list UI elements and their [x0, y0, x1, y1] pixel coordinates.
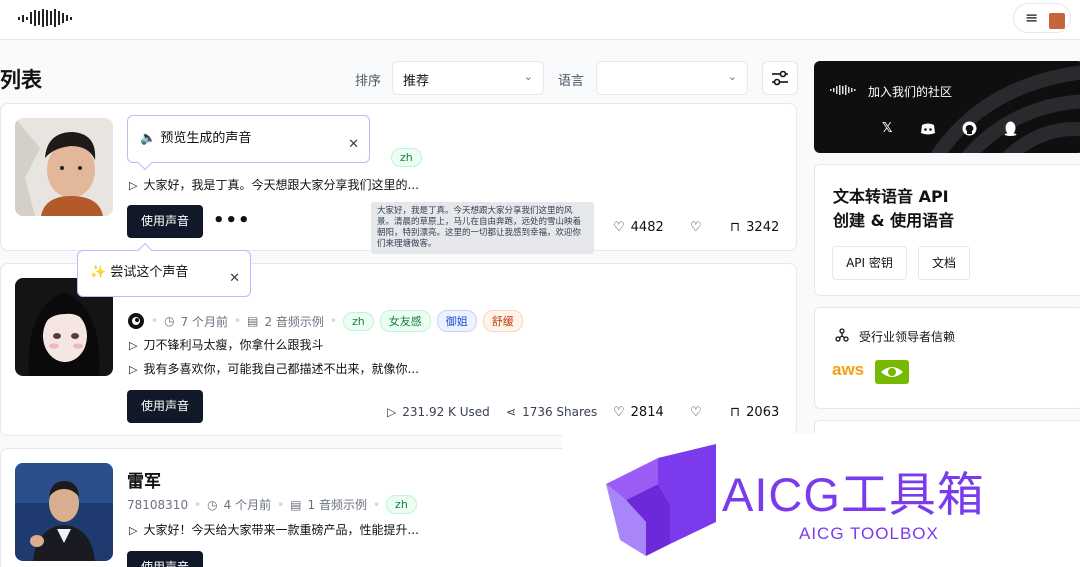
- sort-select[interactable]: 推荐 ⌄: [392, 61, 544, 95]
- samples-count: 1 音频示例: [307, 498, 367, 512]
- nvidia-logo: [875, 360, 909, 384]
- network-icon: [835, 328, 849, 342]
- sort-label: 排序: [355, 74, 382, 89]
- try-popover-text: ✨ 尝试这个声音: [90, 265, 189, 280]
- tag: zh: [342, 311, 374, 331]
- docs-button[interactable]: 文档: [918, 246, 970, 280]
- dislike-button[interactable]: ♡: [690, 220, 702, 235]
- created-time: 7 个月前: [180, 314, 229, 329]
- watermark-subtitle: AICG TOOLBOX: [799, 524, 939, 543]
- community-logo: [830, 85, 856, 95]
- voice-name[interactable]: 雷军: [127, 467, 161, 492]
- banner-decoration: [930, 65, 1080, 153]
- aws-logo: aws: [832, 360, 865, 379]
- preview-popover-text: 🔈 预览生成的声音: [140, 131, 252, 146]
- brand-logo[interactable]: [18, 8, 74, 28]
- use-voice-button[interactable]: 使用声音: [127, 390, 203, 423]
- chevron-down-icon: ⌄: [523, 70, 533, 83]
- play-icon: ▷: [387, 405, 397, 419]
- filter-button[interactable]: [762, 61, 798, 95]
- community-banner: 加入我们的社区 𝕏: [814, 61, 1080, 153]
- tag: zh: [386, 495, 417, 514]
- voice-avatar: [15, 463, 113, 561]
- x-icon[interactable]: 𝕏: [882, 121, 892, 136]
- like-stat[interactable]: ♡ 4482: [613, 220, 664, 235]
- audio-sample[interactable]: ▷ 大家好！今天给大家带来一款重磅产品，性能提升...: [129, 521, 419, 538]
- sliders-icon: [772, 70, 788, 86]
- toolbox-logo: [606, 444, 716, 556]
- samples-count: 2 音频示例: [264, 314, 324, 329]
- play-icon[interactable]: ▷: [129, 339, 137, 352]
- use-voice-button[interactable]: 使用声音: [127, 205, 203, 238]
- preview-popover: 🔈 预览生成的声音 ✕: [127, 115, 370, 171]
- voice-meta: • ◷ 7 个月前 • ▤ 2 音频示例 • zh 女友感 御姐 舒缓: [127, 310, 523, 332]
- voice-id: 78108310: [127, 497, 189, 512]
- more-icon[interactable]: •••: [213, 210, 251, 231]
- trust-panel: 受行业领导者信赖 aws: [814, 307, 1080, 409]
- qq-icon[interactable]: [1004, 121, 1017, 136]
- play-icon[interactable]: ▷: [129, 524, 137, 537]
- save-stat[interactable]: ⊓ 3242: [730, 220, 779, 235]
- voice-avatar: [15, 118, 113, 216]
- dislike-button[interactable]: ♡: [690, 405, 702, 420]
- watermark: AICG工具箱 AICG TOOLBOX: [562, 434, 1080, 567]
- community-title: 加入我们的社区: [868, 85, 953, 99]
- api-key-button[interactable]: API 密钥: [832, 246, 907, 280]
- clock-icon: ◷: [164, 314, 175, 328]
- user-menu-button[interactable]: ≡: [1013, 3, 1071, 33]
- page-title: 列表: [0, 68, 42, 92]
- api-subtitle: 创建 & 使用语音: [833, 211, 955, 230]
- share-button[interactable]: ⋖ 1736 Shares: [506, 405, 597, 419]
- audio-sample[interactable]: ▷ 我有多喜欢你，可能我自己都描述不出来，就像你...: [129, 360, 419, 377]
- tag: zh: [391, 148, 422, 167]
- tag: 御姐: [436, 310, 477, 332]
- watermark-title: AICG工具箱: [722, 468, 985, 521]
- try-voice-popover: ✨ 尝试这个声音 ✕: [77, 242, 251, 297]
- broken-heart-icon: ♡: [690, 220, 702, 235]
- save-stat[interactable]: ⊓ 2063: [730, 405, 779, 420]
- close-icon[interactable]: ✕: [229, 257, 240, 301]
- usage-stat: ▷ 231.92 K Used: [387, 405, 490, 419]
- github-icon[interactable]: [962, 121, 977, 136]
- top-bar: ≡: [0, 0, 1080, 40]
- file-audio-icon: ▤: [247, 314, 259, 328]
- close-icon[interactable]: ✕: [348, 122, 359, 167]
- bookmark-icon: ⊓: [730, 220, 741, 235]
- language-label: 语言: [558, 74, 585, 89]
- created-time: 4 个月前: [223, 498, 272, 512]
- sample-tooltip: 大家好，我是丁真。今天想跟大家分享我们这里的风景。清晨的草原上，马儿在自由奔跑，…: [371, 202, 594, 254]
- audio-sample[interactable]: ▷ 刀不锋利马太瘦，你拿什么跟我斗: [129, 336, 323, 353]
- share-icon: ⋖: [506, 405, 517, 419]
- play-icon[interactable]: ▷: [129, 363, 137, 376]
- avatar: [1049, 13, 1065, 29]
- heart-icon: ♡: [613, 405, 625, 420]
- api-title: 文本转语音 API: [833, 187, 949, 206]
- broken-heart-icon: ♡: [690, 405, 702, 420]
- sort-value: 推荐: [403, 74, 430, 89]
- tag: 舒缓: [482, 310, 523, 332]
- voice-meta: 78108310 • ◷ 4 个月前 • ▤ 1 音频示例 • zh: [127, 495, 417, 514]
- heart-icon: ♡: [613, 220, 625, 235]
- creator-avatar[interactable]: [127, 312, 145, 330]
- use-voice-button[interactable]: 使用声音: [127, 551, 203, 567]
- discord-icon[interactable]: [920, 122, 936, 136]
- trust-title: 受行业领导者信赖: [859, 330, 956, 344]
- play-icon[interactable]: ▷: [129, 179, 137, 192]
- clock-icon: ◷: [207, 497, 218, 512]
- chevron-down-icon: ⌄: [727, 70, 737, 83]
- audio-sample[interactable]: ▷ 大家好，我是丁真。今天想跟大家分享我们这里的...: [129, 176, 419, 193]
- file-audio-icon: ▤: [290, 497, 302, 512]
- like-stat[interactable]: ♡ 2814: [613, 405, 664, 420]
- voice-tags: zh: [391, 148, 422, 167]
- menu-icon: ≡: [1025, 8, 1039, 27]
- bookmark-icon: ⊓: [730, 405, 741, 420]
- api-panel: 文本转语音 API 创建 & 使用语音 API 密钥 文档: [814, 164, 1080, 296]
- language-select[interactable]: ⌄: [596, 61, 748, 95]
- tag: 女友感: [379, 310, 431, 332]
